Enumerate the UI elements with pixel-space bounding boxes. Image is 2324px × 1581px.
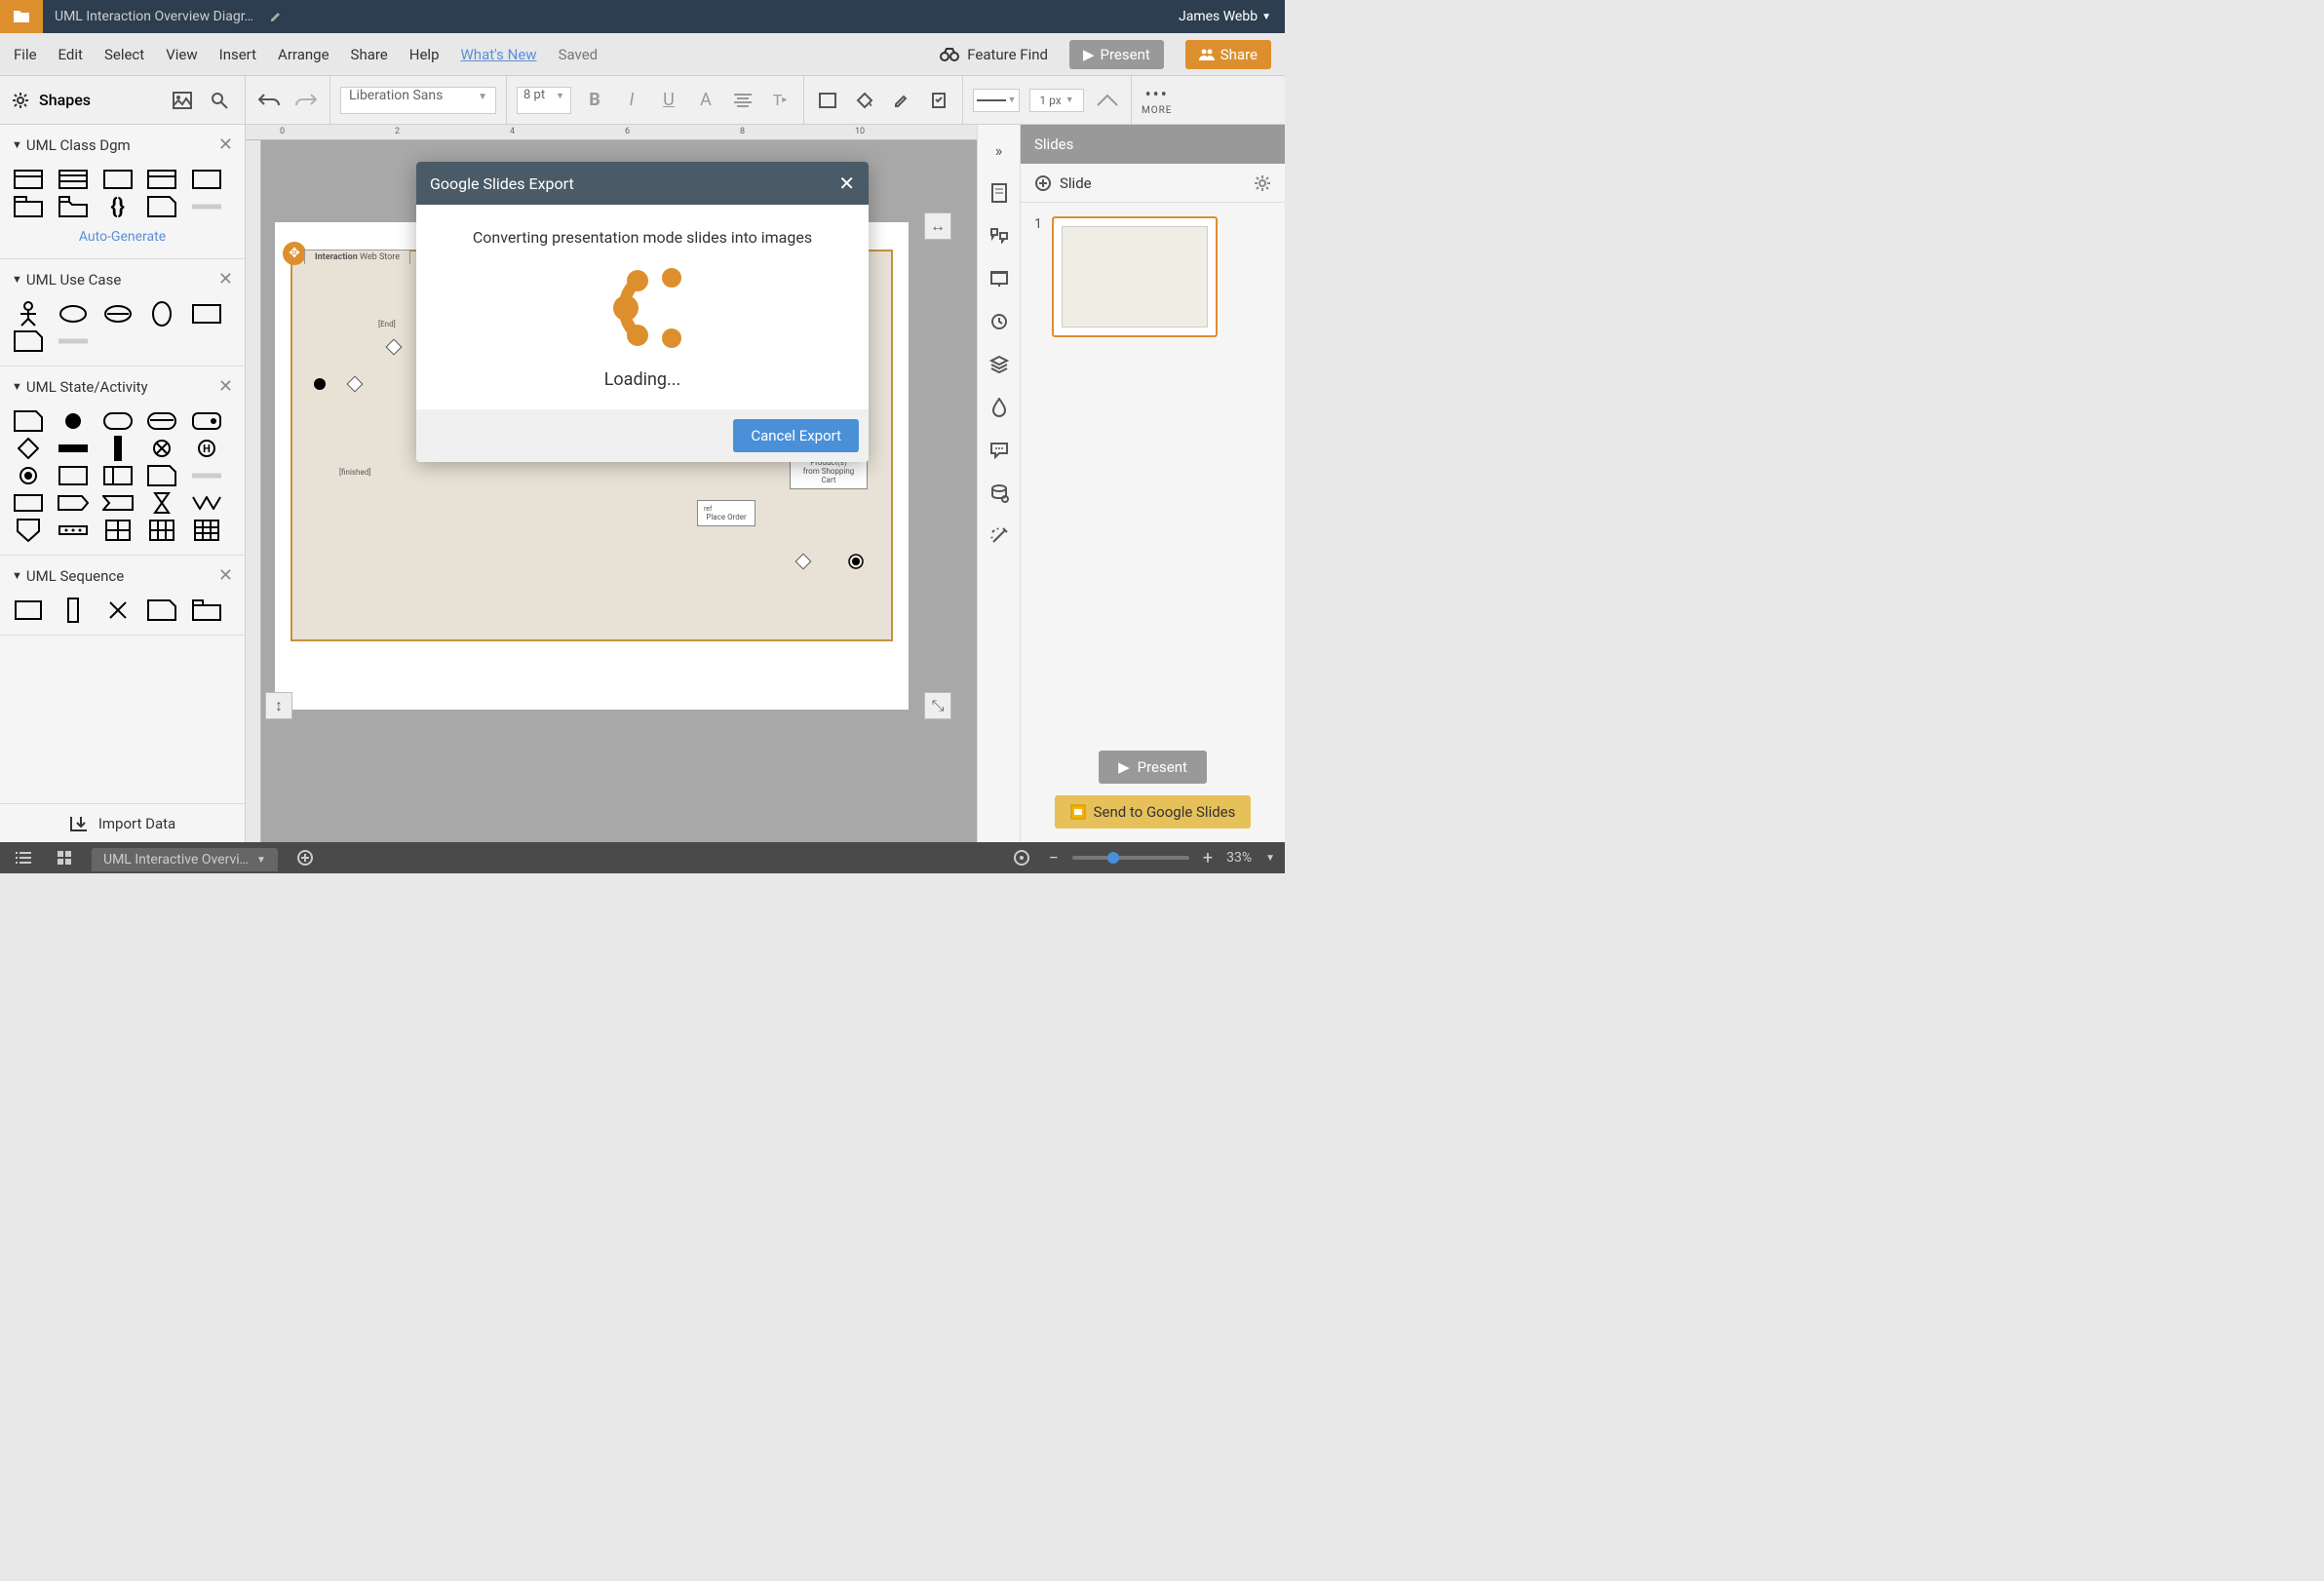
export-modal: Google Slides Export ✕ Converting presen… — [416, 162, 869, 462]
loading-spinner-icon — [594, 264, 691, 352]
modal-message: Converting presentation mode slides into… — [436, 228, 849, 247]
modal-overlay: Google Slides Export ✕ Converting presen… — [0, 0, 1285, 873]
close-icon[interactable]: ✕ — [838, 172, 855, 195]
modal-title: Google Slides Export — [430, 174, 574, 193]
modal-header: Google Slides Export ✕ — [416, 162, 869, 205]
cancel-export-button[interactable]: Cancel Export — [733, 419, 859, 452]
loading-text: Loading... — [436, 369, 849, 390]
